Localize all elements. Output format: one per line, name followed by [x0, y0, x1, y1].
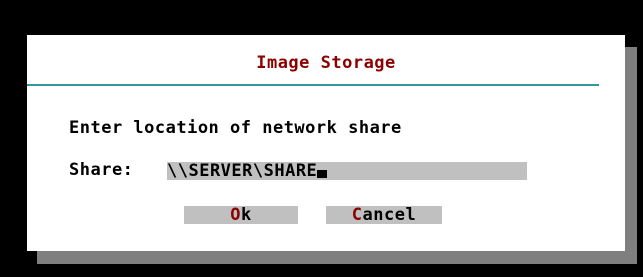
cancel-label-rest: ancel: [362, 205, 417, 225]
cancel-hotkey: C: [351, 205, 363, 225]
share-input[interactable]: \\SERVER\SHARE: [167, 162, 527, 180]
ok-label-rest: k: [241, 205, 252, 225]
share-input-value: \\SERVER\SHARE: [167, 161, 318, 181]
cancel-button[interactable]: Cancel: [326, 206, 442, 224]
ok-hotkey: O: [230, 205, 241, 225]
text-cursor: [317, 170, 328, 178]
image-storage-dialog: Image Storage Enter location of network …: [27, 35, 625, 251]
dialog-title: Image Storage: [256, 53, 396, 73]
ok-button[interactable]: Ok: [184, 206, 298, 224]
dos-screen: Image Storage Enter location of network …: [0, 0, 643, 277]
title-divider: [27, 84, 599, 86]
share-label: Share:: [69, 160, 134, 180]
network-share-prompt: Enter location of network share: [69, 118, 402, 138]
